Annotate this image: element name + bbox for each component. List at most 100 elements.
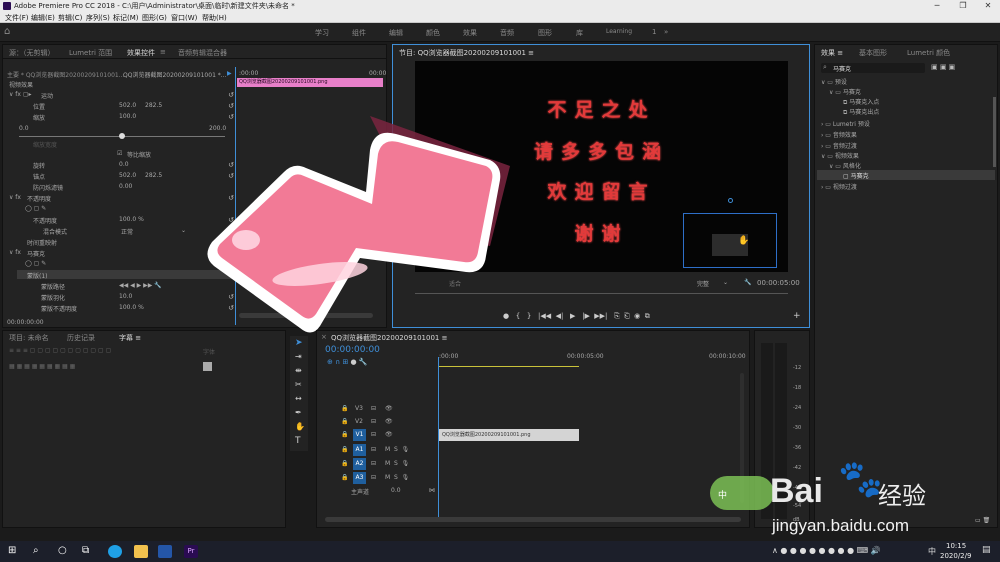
mask-opacity-value[interactable]: 100.0 % bbox=[119, 304, 144, 311]
menu-edit[interactable]: 编辑(E) bbox=[31, 13, 55, 23]
menu-marker[interactable]: 标记(M) bbox=[113, 13, 139, 23]
effect-controls-timecode[interactable]: 00:00:00:00 bbox=[7, 319, 44, 326]
work-area-bar[interactable] bbox=[439, 366, 579, 367]
ws-overflow-icon[interactable]: » bbox=[664, 28, 668, 36]
pen-tool-icon[interactable]: ✒ bbox=[295, 408, 302, 417]
mask-label[interactable]: 蒙版(1) bbox=[27, 271, 48, 280]
timeline-close-icon[interactable]: × bbox=[321, 333, 327, 341]
cortana-icon[interactable]: ○ bbox=[58, 545, 67, 556]
tab-audio-mixer[interactable]: 音频剪辑混合器 bbox=[178, 48, 227, 58]
menu-sequence[interactable]: 序列(S) bbox=[86, 13, 110, 23]
position-y[interactable]: 282.5 bbox=[145, 102, 162, 109]
premiere-taskbar-icon[interactable]: Pr bbox=[184, 545, 198, 558]
start-icon[interactable]: ⊞ bbox=[8, 545, 16, 556]
mask-feather-value[interactable]: 10.0 bbox=[119, 293, 132, 300]
ws-color[interactable]: 颜色 bbox=[426, 28, 440, 38]
quality-chevron-icon[interactable]: ⌄ bbox=[723, 279, 728, 286]
tree-mosaic-preset[interactable]: ∨ ▭ 马赛克 bbox=[829, 87, 861, 96]
sync-icon[interactable]: ⊟ bbox=[371, 418, 376, 425]
app-icon[interactable] bbox=[158, 545, 172, 558]
clip-bar[interactable]: QQ浏览器截图20200209101001.png bbox=[237, 78, 383, 87]
ws-audio[interactable]: 音频 bbox=[500, 28, 514, 38]
new-bin-icon[interactable]: ▭ 🗑 bbox=[975, 517, 990, 524]
tree-audio-effects[interactable]: › ▭ 音频效果 bbox=[821, 130, 857, 139]
tree-presets[interactable]: ∨ ▭ 预设 bbox=[821, 77, 847, 86]
browser-icon[interactable] bbox=[108, 545, 122, 558]
video-clip[interactable]: QQ浏览器截图20200209101001.png bbox=[439, 429, 579, 441]
tab-effect-controls[interactable]: 效果控件 bbox=[127, 48, 155, 58]
track-select-tool-icon[interactable]: ⇥ bbox=[295, 352, 302, 361]
blend-select[interactable]: 正常 bbox=[121, 227, 133, 236]
track-header-a2[interactable]: 🔒 A2 ⊟ M S 🎙 bbox=[331, 458, 437, 470]
tab-project[interactable]: 项目: 未命名 bbox=[9, 333, 49, 343]
sync-icon[interactable]: ⊟ bbox=[371, 431, 376, 438]
tree-lumetri-presets[interactable]: › ▭ Lumetri 预设 bbox=[821, 119, 870, 128]
eye-icon[interactable]: 👁 bbox=[385, 431, 393, 438]
mosaic-shape-icons[interactable]: ◯ ▢ ✎ bbox=[25, 260, 46, 267]
menu-file[interactable]: 文件(F) bbox=[5, 13, 29, 23]
tree-mosaic-in[interactable]: ⧉ 马赛克入点 bbox=[843, 97, 879, 107]
search-input[interactable]: 马赛克 bbox=[833, 64, 851, 73]
slip-tool-icon[interactable]: ↔ bbox=[295, 394, 302, 403]
lock-icon[interactable]: 🔒 bbox=[341, 418, 348, 425]
hand-tool-icon[interactable]: ✋ bbox=[295, 422, 305, 431]
track-header-a1[interactable]: 🔒 A1 ⊟ M S 🎙 bbox=[331, 444, 437, 456]
search-icon[interactable]: ⌕ bbox=[33, 545, 39, 556]
blend-chevron-icon[interactable]: ⌄ bbox=[181, 227, 186, 234]
razor-tool-icon[interactable]: ✂ bbox=[295, 380, 302, 389]
play-only-icon[interactable]: ▶ bbox=[227, 70, 232, 77]
lock-icon[interactable]: 🔒 bbox=[341, 460, 348, 467]
caption-toolbar[interactable]: ≡ ≡ ≡ ▢ ▢ ▢ ▢ ▢ ▢ ▢ ▢ ▢ ▢ ▢ bbox=[9, 347, 111, 354]
ws-libraries[interactable]: 库 bbox=[576, 28, 583, 38]
mute-solo-mic[interactable]: M S 🎙 bbox=[385, 460, 409, 467]
type-tool-icon[interactable]: T bbox=[295, 436, 301, 446]
clock-time[interactable]: 10:15 bbox=[946, 542, 966, 550]
ime-indicator[interactable]: 中 bbox=[928, 546, 936, 557]
tree-video-transitions[interactable]: › ▭ 视频过渡 bbox=[821, 182, 857, 191]
clip-selector[interactable]: QQ浏览器截图20200209101001 *... bbox=[123, 70, 227, 79]
track-header-a3[interactable]: 🔒 A3 ⊟ M S 🎙 bbox=[331, 472, 437, 484]
minimize-button[interactable]: ─ bbox=[924, 0, 950, 12]
home-icon[interactable]: ⌂ bbox=[4, 26, 10, 37]
tree-audio-transitions[interactable]: › ▭ 音频过渡 bbox=[821, 141, 857, 150]
scale-value[interactable]: 100.0 bbox=[119, 113, 136, 120]
flicker-value[interactable]: 0.00 bbox=[119, 183, 132, 190]
master-clip-label[interactable]: 主要 * QQ浏览器截图20200209101001... bbox=[7, 70, 124, 79]
ws-learn[interactable]: 学习 bbox=[315, 28, 329, 38]
mosaic-mask-box[interactable]: ✋ bbox=[683, 213, 777, 268]
tray-icons[interactable]: ∧ ● ● ● ● ● ● ● ● ⌨ 🔊 bbox=[772, 546, 881, 555]
anchor-y[interactable]: 282.5 bbox=[145, 172, 162, 179]
rotation-value[interactable]: 0.0 bbox=[119, 161, 129, 168]
caption-format-toolbar[interactable]: ▦ ▦ ▦ ▦ ▦ ▦ ▦ ▦ ▦ bbox=[9, 363, 75, 370]
selection-tool-icon[interactable]: ➤ bbox=[295, 338, 303, 348]
lock-icon[interactable]: 🔒 bbox=[341, 474, 348, 481]
lock-icon[interactable]: 🔒 bbox=[341, 431, 348, 438]
sync-icon[interactable]: ⊟ bbox=[371, 474, 376, 481]
ripple-edit-tool-icon[interactable]: ⇼ bbox=[295, 366, 302, 375]
sync-icon[interactable]: ⊟ bbox=[371, 460, 376, 467]
notification-icon[interactable]: ▤ bbox=[982, 545, 991, 555]
timeline-toolbar[interactable]: ⊕ ∩ ⊞ ● 🔧 bbox=[327, 358, 368, 366]
tab-essential-graphics[interactable]: 基本图形 bbox=[859, 48, 887, 58]
tab-effects[interactable]: 效果 ≡ bbox=[821, 48, 843, 58]
anchor-x[interactable]: 502.0 bbox=[119, 172, 136, 179]
lock-icon[interactable]: 🔒 bbox=[341, 405, 348, 412]
sync-icon[interactable]: ⊟ bbox=[371, 405, 376, 412]
tab-lumetri-color[interactable]: Lumetri 颜色 bbox=[907, 48, 950, 58]
task-view-icon[interactable]: ⧉ bbox=[82, 545, 89, 556]
tab-captions[interactable]: 字幕 ≡ bbox=[119, 333, 141, 343]
ws-assembly[interactable]: 组件 bbox=[352, 28, 366, 38]
eye-icon[interactable]: 👁 bbox=[385, 418, 393, 425]
ws-graphics[interactable]: 图形 bbox=[538, 28, 552, 38]
master-track-value[interactable]: 0.0 bbox=[391, 487, 401, 494]
wrench-icon[interactable]: 🔧 bbox=[744, 279, 751, 286]
tree-stylize[interactable]: ∨ ▭ 风格化 bbox=[829, 161, 861, 170]
opacity-value[interactable]: 100.0 % bbox=[119, 216, 144, 223]
effects-search[interactable]: ⌕ 马赛克 bbox=[821, 63, 925, 73]
tab-history[interactable]: 历史记录 bbox=[67, 333, 95, 343]
timeline-title[interactable]: QQ浏览器截图20200209101001 ≡ bbox=[331, 333, 447, 343]
maximize-button[interactable]: ❐ bbox=[950, 0, 976, 12]
ws-learning[interactable]: Learning bbox=[606, 28, 632, 35]
color-swatch[interactable] bbox=[203, 362, 212, 371]
ws-editing[interactable]: 编辑 bbox=[389, 28, 403, 38]
